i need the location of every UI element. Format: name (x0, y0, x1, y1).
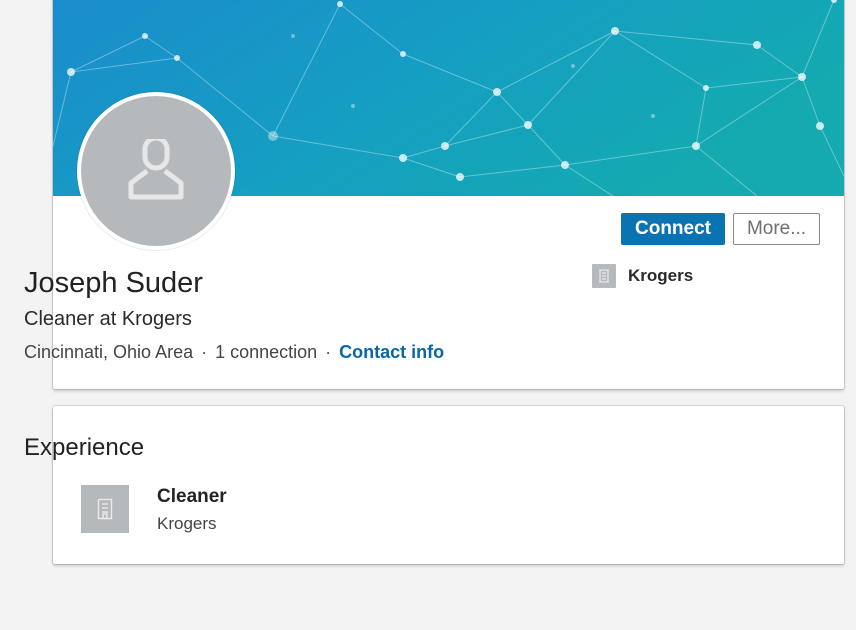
experience-role[interactable]: Cleaner (157, 486, 227, 508)
profile-avatar[interactable] (77, 92, 235, 250)
person-icon (128, 139, 184, 200)
separator-dot: · (325, 342, 332, 362)
contact-info-link[interactable]: Contact info (339, 342, 444, 362)
current-company-label: Krogers (628, 266, 694, 285)
connection-count: 1 connection (215, 342, 318, 362)
building-icon (592, 264, 616, 288)
building-icon[interactable] (81, 485, 129, 533)
profile-headline: Cleaner at Krogers (24, 308, 192, 330)
connect-button[interactable]: Connect (621, 213, 725, 245)
separator-dot: · (201, 342, 208, 362)
profile-location: Cincinnati, Ohio Area (24, 342, 194, 362)
current-company[interactable]: Krogers (592, 264, 693, 288)
experience-company[interactable]: Krogers (157, 514, 217, 534)
more-button[interactable]: More... (733, 213, 820, 245)
profile-meta: Cincinnati, Ohio Area · 1 connection · Conta… (24, 342, 444, 363)
experience-card: Cleaner Krogers (53, 406, 844, 564)
experience-heading: Experience (24, 434, 145, 461)
profile-name: Joseph Suder (24, 267, 203, 299)
